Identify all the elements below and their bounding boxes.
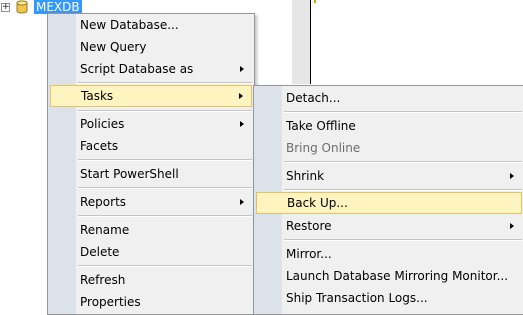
menu-item-shrink[interactable]: Shrink (256, 165, 522, 187)
menu-item-back-up[interactable]: Back Up... (256, 192, 522, 214)
submenu-arrow-icon (239, 93, 243, 99)
menu-item-refresh[interactable]: Refresh (50, 269, 252, 291)
menu-separator (284, 239, 522, 241)
menu-item-bring-online: Bring Online (286, 141, 361, 155)
menu-item-detach[interactable]: Detach... (256, 87, 522, 109)
menu-item-tasks[interactable]: Tasks (50, 85, 252, 107)
menu-item-ship-transaction-logs[interactable]: Ship Transaction Logs... (256, 287, 522, 309)
menu-separator (284, 161, 522, 163)
submenu-arrow-icon (240, 199, 244, 205)
menu-item-start-powershell[interactable]: Start PowerShell (50, 163, 252, 185)
menu-separator (78, 159, 252, 161)
submenu-arrow-icon (240, 121, 244, 127)
menu-item-new-database[interactable]: New Database... (50, 14, 252, 36)
expand-toggle[interactable]: + (1, 3, 10, 12)
menu-separator (284, 189, 522, 191)
menu-item-new-query[interactable]: New Query (50, 36, 252, 58)
menu-item-policies[interactable]: Policies (50, 113, 252, 135)
text-caret (314, 0, 316, 3)
query-editor[interactable] (310, 0, 523, 84)
menu-separator (78, 215, 252, 217)
menu-separator (78, 110, 252, 112)
submenu-arrow-icon (510, 223, 514, 229)
menu-item-script-database-as[interactable]: Script Database as (50, 58, 252, 80)
editor-gutter (292, 0, 310, 84)
database-context-menu: New Database... New Query Script Databas… (47, 13, 255, 315)
menu-item-rename[interactable]: Rename (50, 219, 252, 241)
database-icon (16, 0, 28, 14)
menu-item-facets[interactable]: Facets (50, 135, 252, 157)
menu-item-mirror[interactable]: Mirror... (256, 243, 522, 265)
menu-item-delete[interactable]: Delete (50, 241, 252, 263)
database-node-label[interactable]: MEXDB (34, 0, 82, 14)
menu-separator (78, 265, 252, 267)
menu-item-launch-mirroring-monitor[interactable]: Launch Database Mirroring Monitor... (256, 265, 522, 287)
tasks-submenu: Detach... Take Offline Bring Online Shri… (253, 85, 523, 315)
submenu-arrow-icon (510, 173, 514, 179)
submenu-arrow-icon (240, 66, 244, 72)
menu-item-properties[interactable]: Properties (50, 291, 252, 313)
menu-separator (284, 111, 522, 113)
menu-item-reports[interactable]: Reports (50, 191, 252, 213)
menu-separator (78, 82, 252, 84)
menu-separator (78, 187, 252, 189)
menu-item-take-offline[interactable]: Take Offline (256, 115, 522, 137)
menu-item-restore[interactable]: Restore (256, 215, 522, 237)
